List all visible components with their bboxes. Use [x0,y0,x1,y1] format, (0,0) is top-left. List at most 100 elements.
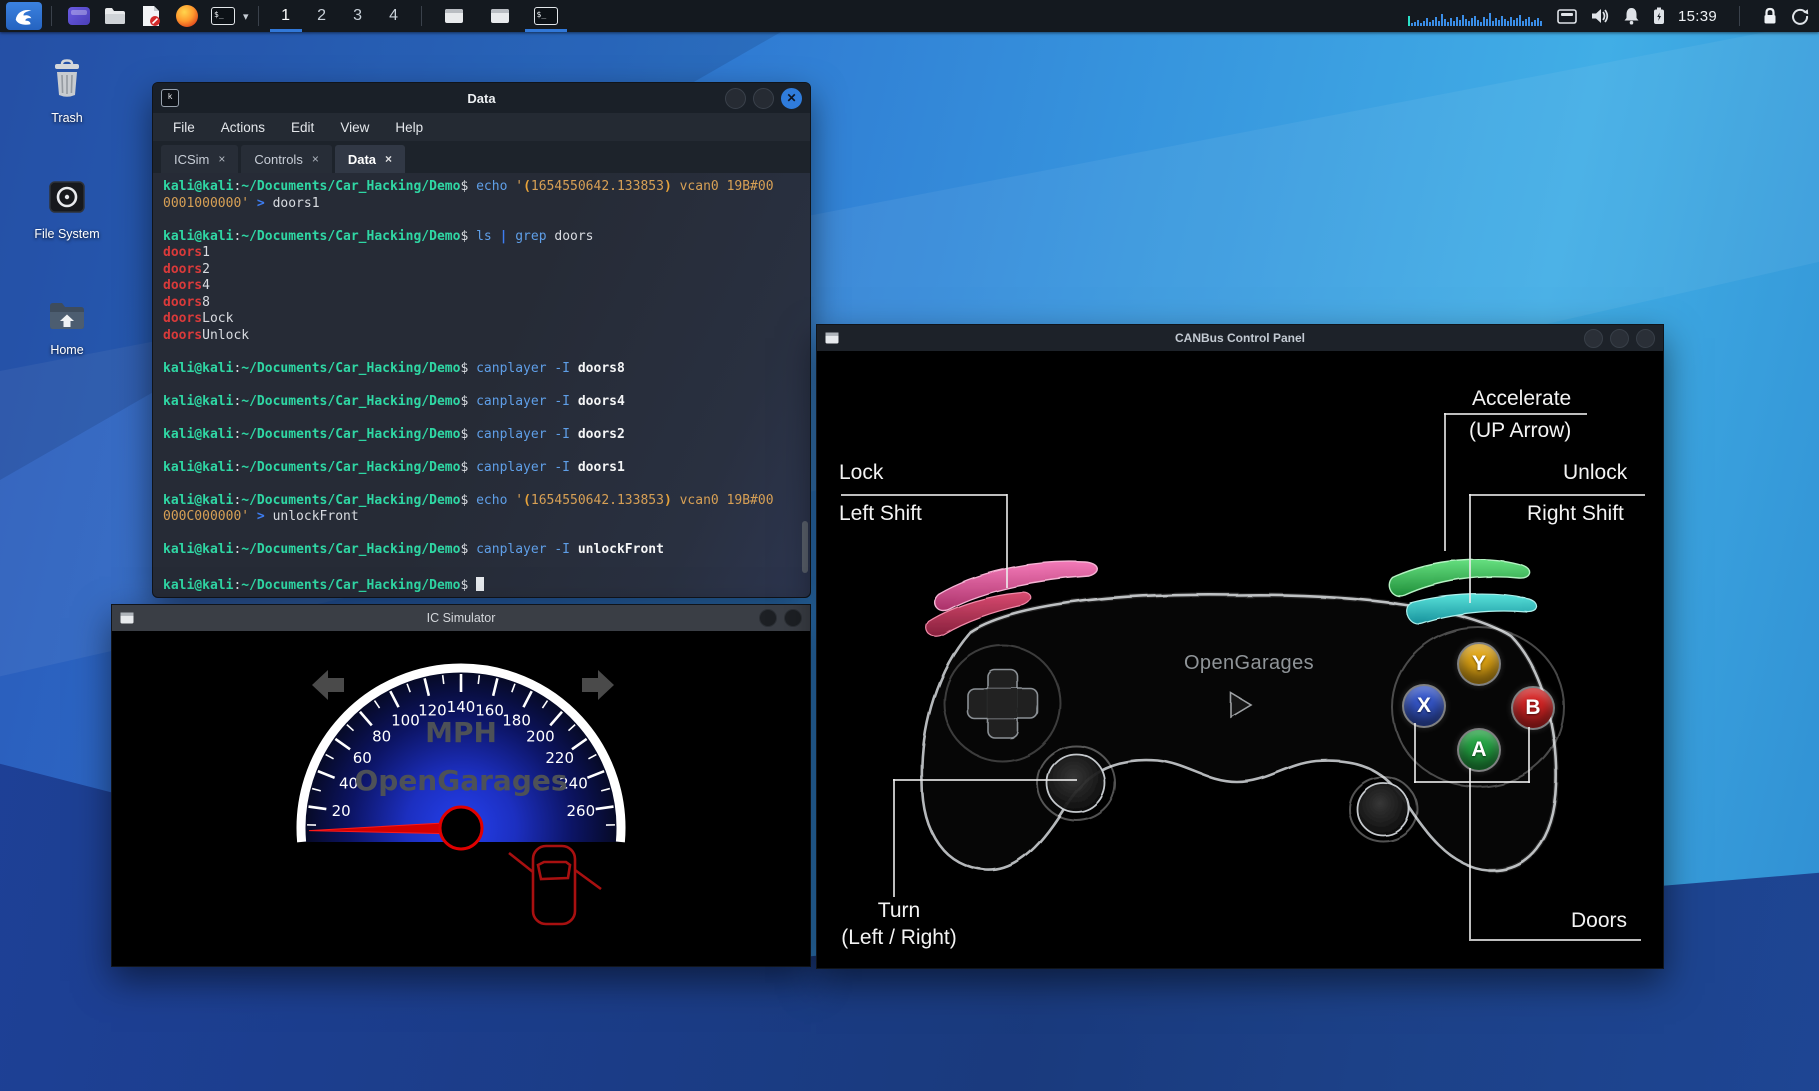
battery-icon[interactable] [1653,7,1665,25]
logout-icon[interactable] [1791,7,1809,25]
taskbar-window-button-3[interactable]: $_ [523,0,569,32]
menu-file[interactable]: File [173,120,195,135]
terminal-line: doors1 [163,245,806,262]
terminal-line: doors2 [163,262,806,279]
minimize-button[interactable] [1584,329,1603,348]
callout-lock-key: Left Shift [839,500,922,527]
panel-separator [1739,6,1740,26]
terminal-line: 0001000000' > doors1 [163,196,806,213]
terminal-line [163,212,806,229]
next-arrow-icon [582,670,614,700]
window-icon [491,9,509,23]
terminal-line [163,344,806,361]
ic-simulator-window: IC Simulator [111,604,811,967]
tab-data[interactable]: Data× [335,145,405,173]
volume-icon[interactable] [1590,7,1610,25]
desktop-icon-trash[interactable]: Trash [21,56,113,125]
callout-line [893,779,895,897]
panel-separator [258,6,259,26]
display-icon[interactable] [1557,9,1577,24]
tab-label: Controls [254,152,302,167]
tab-controls[interactable]: Controls × [241,145,331,173]
callout-line [1469,768,1471,939]
callout-accelerate-key: (UP Arrow) [1469,417,1571,444]
minimize-button[interactable] [759,609,777,627]
launcher-file-manager[interactable] [102,3,128,29]
clock[interactable]: 15:39 [1678,8,1717,25]
close-button[interactable] [1636,329,1655,348]
workspace-2[interactable]: 2 [304,0,340,32]
visualizer-bar [1411,23,1413,26]
callout-line [1414,723,1416,783]
terminal-cursor [476,577,484,591]
launcher-text-editor[interactable] [138,3,164,29]
gauge-tick-label: 200 [526,728,555,746]
gamepad-button-x: X [1404,686,1444,726]
visualizer-bar [1534,20,1536,26]
gauge-tick-label: 260 [567,802,596,820]
canbus-canvas: OpenGarages YXBA Lock Left Shift Acceler… [817,351,1663,968]
chevron-down-icon[interactable]: ▾ [243,10,249,23]
visualizer-bar [1495,18,1497,26]
callout-line [1469,494,1471,603]
gauge-tick-label: 80 [372,728,391,746]
close-button[interactable] [784,609,802,627]
terminal-scrollbar[interactable] [801,173,809,597]
taskbar-window-button-2[interactable] [477,0,523,32]
callout-unlock: Unlock [1563,459,1627,486]
visualizer-bar [1432,20,1434,26]
minimize-button[interactable] [725,88,746,109]
launcher-firefox[interactable] [174,3,200,29]
visualizer-bar [1453,21,1455,26]
canbus-titlebar[interactable]: CANBus Control Panel [817,325,1663,351]
terminal-line: kali@kali:~/Documents/Car_Hacking/Demo$ … [163,394,806,411]
scrollbar-thumb[interactable] [802,521,808,573]
window-button-list: $_ [431,0,569,32]
ic-simulator-canvas: 20406080100120140160180200220240260MPHOp… [112,631,810,966]
terminal-titlebar[interactable]: k Data ✕ [153,83,810,113]
gauge-tick-minor [443,675,444,684]
desktop-icon-filesystem[interactable]: File System [21,176,113,241]
ic-simulator-titlebar[interactable]: IC Simulator [112,605,810,631]
right-stick [1357,783,1409,835]
terminal-output[interactable]: kali@kali:~/Documents/Car_Hacking/Demo$ … [153,173,810,597]
menu-actions[interactable]: Actions [221,120,265,135]
lock-icon[interactable] [1762,7,1778,25]
tab-close-icon[interactable]: × [312,152,319,166]
tab-icsim[interactable]: ICSim× [161,145,238,173]
menu-edit[interactable]: Edit [291,120,314,135]
visualizer-bar [1444,19,1446,26]
tab-close-icon[interactable]: × [218,152,225,166]
gauge-tick-minor [478,675,479,684]
workspace-3[interactable]: 3 [340,0,376,32]
terminal-line: kali@kali:~/Documents/Car_Hacking/Demo$ … [163,361,806,378]
tab-close-icon[interactable]: × [385,152,392,166]
maximize-button[interactable] [1610,329,1629,348]
taskbar-window-button-1[interactable] [431,0,477,32]
canbus-brand-label: OpenGarages [1169,652,1329,675]
desktop-icon-label: Home [21,343,113,357]
terminal-line: kali@kali:~/Documents/Car_Hacking/Demo$ … [163,542,806,559]
workspace-4[interactable]: 4 [376,0,412,32]
menu-view[interactable]: View [340,120,369,135]
close-button[interactable]: ✕ [781,88,802,109]
terminal-line: doorsLock [163,311,806,328]
desktop-icon-home[interactable]: Home [21,294,113,357]
canbus-window-icon [825,332,839,344]
gauge-brand-label: OpenGarages [354,764,567,797]
callout-accelerate: Accelerate [1472,385,1571,412]
right-shoulder-green [1389,559,1530,596]
callout-line [1469,494,1645,496]
menu-help[interactable]: Help [395,120,423,135]
notifications-icon[interactable] [1623,7,1640,25]
visualizer-bar [1408,16,1410,26]
workspace-1[interactable]: 1 [268,0,304,32]
terminal-line: kali@kali:~/Documents/Car_Hacking/Demo$ … [163,427,806,444]
launcher-app-window[interactable] [66,3,92,29]
window-icon [445,9,463,23]
visualizer-bar [1510,17,1512,26]
launcher-terminal[interactable]: $_ [210,3,236,29]
kali-menu-button[interactable] [6,2,42,30]
maximize-button[interactable] [753,88,774,109]
gauge-hub [440,807,482,849]
